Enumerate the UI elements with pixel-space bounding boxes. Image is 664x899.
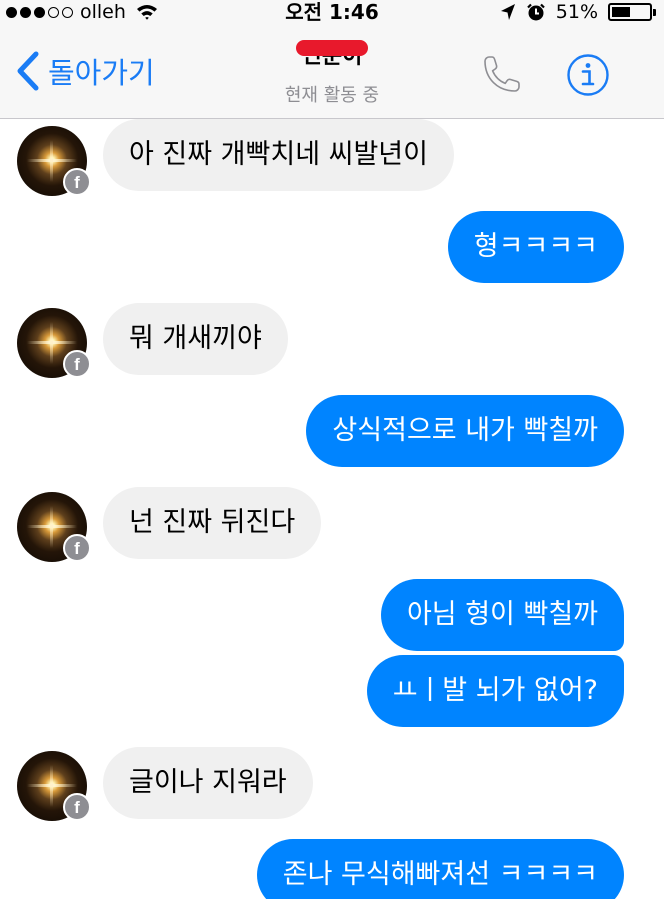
outgoing-message-bubble[interactable]: 상식적으로 내가 빡칠까 — [306, 395, 624, 467]
facebook-badge-icon: f — [63, 793, 91, 821]
conversation-header: 돌아가기 민준이 현재 활동 중 — [0, 24, 664, 119]
redaction-scribble — [295, 40, 369, 56]
contact-name[interactable]: 민준이 — [295, 38, 369, 69]
facebook-badge-icon: f — [63, 350, 91, 378]
status-bar: olleh 오전 1:46 51% — [0, 0, 664, 24]
incoming-message-bubble[interactable]: 글이나 지워라 — [103, 747, 313, 819]
outgoing-message-bubble[interactable]: 형ㅋㅋㅋㅋ — [447, 211, 624, 283]
active-status: 현재 활동 중 — [284, 85, 380, 106]
incoming-message-bubble[interactable]: 넌 진짜 뒤진다 — [103, 487, 322, 559]
incoming-message-bubble[interactable]: 아 진짜 개빡치네 씨발년이 — [103, 119, 454, 191]
alarm-clock-icon — [526, 3, 545, 21]
outgoing-message-bubble[interactable]: 존나 무식해빠져선 ㅋㅋㅋㅋ — [256, 839, 624, 899]
location-arrow-icon — [500, 4, 515, 20]
battery-percent: 51% — [555, 1, 598, 23]
battery-level — [612, 7, 631, 17]
conversation-title: 민준이 현재 활동 중 — [0, 38, 664, 107]
outgoing-message-bubble[interactable]: ㅛㅣ발 뇌가 없어? — [366, 655, 624, 727]
status-right: 51% — [500, 0, 656, 24]
info-icon[interactable] — [566, 53, 610, 97]
message-thread[interactable]: f 아 진짜 개빡치네 씨발년이 형ㅋㅋㅋㅋ f 뭐 개새끼야 상식적으로 내가… — [0, 119, 664, 899]
facebook-badge-icon: f — [63, 534, 91, 562]
incoming-message-bubble[interactable]: 뭐 개새끼야 — [103, 303, 288, 375]
battery-icon — [608, 3, 656, 21]
outgoing-message-bubble[interactable]: 아님 형이 빡칠까 — [380, 579, 624, 651]
facebook-badge-icon: f — [63, 168, 91, 196]
phone-icon[interactable] — [478, 52, 524, 98]
